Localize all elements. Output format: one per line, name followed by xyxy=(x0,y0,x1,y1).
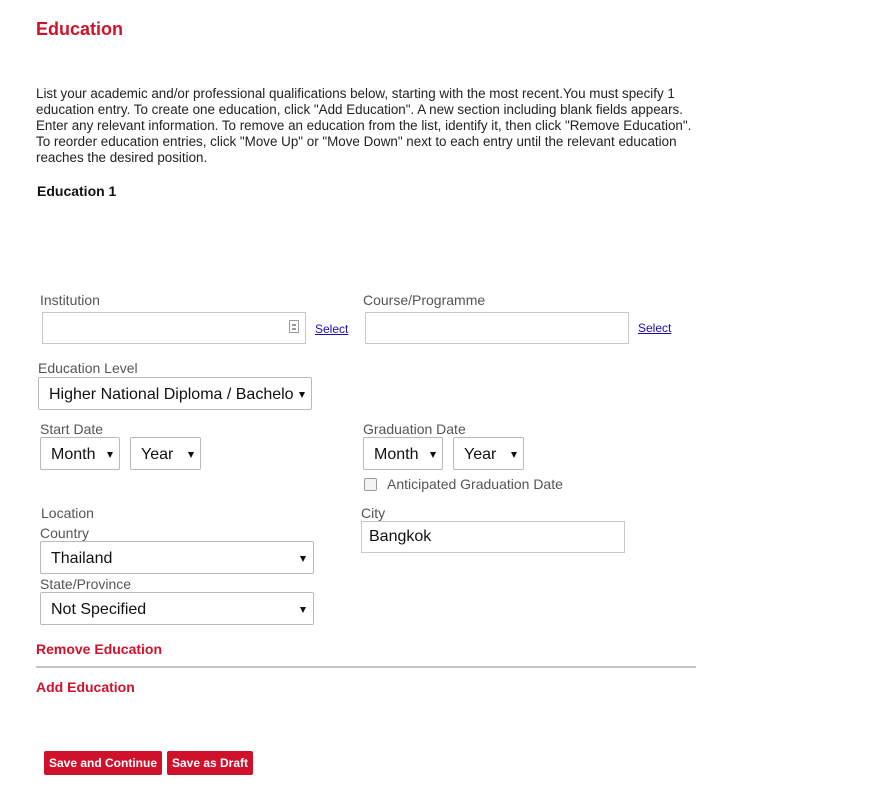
country-label: Country xyxy=(40,525,90,541)
save-as-draft-button[interactable]: Save as Draft xyxy=(167,751,253,775)
state-select[interactable]: Not Specified xyxy=(40,592,314,625)
course-input[interactable] xyxy=(365,312,629,344)
chevron-down-icon xyxy=(300,556,306,562)
anticipated-graduation-checkbox[interactable] xyxy=(364,478,377,491)
divider xyxy=(36,666,696,668)
graduation-month-value: Month xyxy=(374,446,419,463)
education-section-title: Education 1 xyxy=(37,183,117,199)
graduation-year-select[interactable]: Year xyxy=(453,437,524,470)
save-and-continue-button[interactable]: Save and Continue xyxy=(44,751,162,775)
add-education-link[interactable]: Add Education xyxy=(36,679,135,695)
institution-label: Institution xyxy=(40,292,100,308)
education-level-select[interactable]: Higher National Diploma / Bachelo xyxy=(38,377,312,410)
institution-select-link[interactable]: Select xyxy=(315,322,348,336)
start-year-value: Year xyxy=(141,446,174,463)
education-level-label: Education Level xyxy=(38,360,138,376)
start-year-select[interactable]: Year xyxy=(130,437,201,470)
state-value: Not Specified xyxy=(51,601,147,618)
chevron-down-icon xyxy=(299,392,305,398)
education-level-value: Higher National Diploma / Bachelo xyxy=(49,386,294,403)
graduation-year-value: Year xyxy=(464,446,497,463)
location-label: Location xyxy=(41,505,94,521)
start-month-select[interactable]: Month xyxy=(40,437,120,470)
remove-education-link[interactable]: Remove Education xyxy=(36,641,162,657)
chevron-down-icon xyxy=(300,607,306,613)
city-input[interactable] xyxy=(361,521,625,553)
intro-text: List your academic and/or professional q… xyxy=(36,86,692,165)
graduation-month-select[interactable]: Month xyxy=(363,437,443,470)
city-label: City xyxy=(361,505,386,521)
lookup-icon[interactable] xyxy=(289,320,299,333)
chevron-down-icon xyxy=(511,452,517,458)
chevron-down-icon xyxy=(188,452,194,458)
start-date-label: Start Date xyxy=(40,421,104,437)
page-title: Education xyxy=(36,19,124,39)
graduation-date-label: Graduation Date xyxy=(363,421,466,437)
education-page: Education List your academic and/or prof… xyxy=(0,0,888,790)
course-select-link[interactable]: Select xyxy=(638,321,671,335)
institution-input[interactable] xyxy=(42,312,306,344)
institution-field-wrap xyxy=(42,312,306,344)
country-value: Thailand xyxy=(51,550,113,567)
chevron-down-icon xyxy=(430,452,436,458)
anticipated-graduation-label: Anticipated Graduation Date xyxy=(387,476,563,492)
state-label: State/Province xyxy=(40,576,132,592)
chevron-down-icon xyxy=(107,452,113,458)
country-select[interactable]: Thailand xyxy=(40,541,314,574)
start-month-value: Month xyxy=(51,446,96,463)
course-label: Course/Programme xyxy=(363,292,486,308)
